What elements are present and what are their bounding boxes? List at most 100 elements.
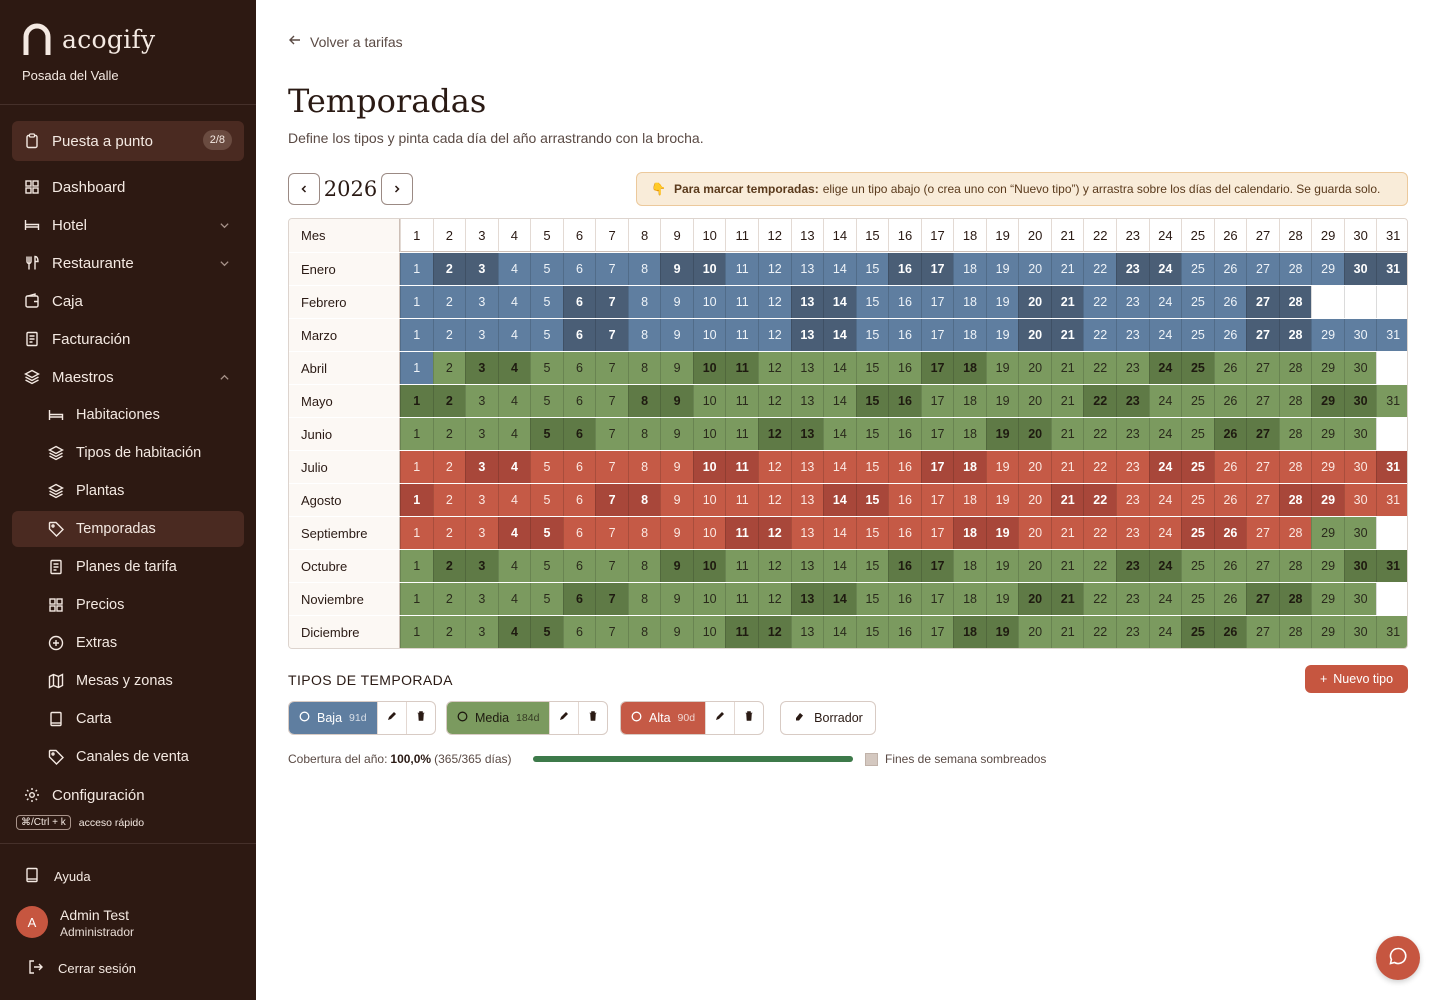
day-cell[interactable]: 1 [400,319,433,351]
day-cell[interactable]: 9 [660,550,693,582]
day-cell[interactable]: 19 [985,484,1019,516]
day-cell[interactable]: 6 [562,616,596,648]
day-cell[interactable]: 10 [692,583,726,615]
day-cell[interactable]: 16 [888,319,921,351]
day-cell[interactable]: 8 [627,550,661,582]
day-cell[interactable]: 1 [400,385,433,417]
day-cell[interactable]: 18 [953,550,986,582]
day-cell[interactable]: 27 [1246,286,1279,318]
day-cell[interactable]: 25 [1181,352,1214,384]
day-cell[interactable]: 1 [400,352,433,384]
day-cell[interactable]: 29 [1311,616,1344,648]
day-cell[interactable]: 24 [1148,286,1182,318]
day-cell[interactable]: 26 [1213,319,1247,351]
day-cell[interactable]: 9 [660,286,693,318]
day-cell[interactable]: 16 [888,550,921,582]
day-cell[interactable]: 10 [692,517,726,549]
day-cell[interactable]: 13 [790,550,824,582]
day-cell[interactable]: 2 [432,517,466,549]
day-cell[interactable]: 9 [660,616,693,648]
day-cell[interactable]: 5 [530,550,563,582]
day-cell[interactable]: 6 [562,319,596,351]
day-cell[interactable]: 18 [953,418,986,450]
back-link[interactable]: Volver a tarifas [288,33,403,50]
day-cell[interactable]: 14 [823,319,856,351]
day-cell[interactable]: 31 [1376,253,1407,285]
day-cell[interactable]: 15 [855,451,889,483]
day-cell[interactable]: 27 [1246,319,1279,351]
day-cell[interactable]: 12 [758,583,791,615]
day-cell[interactable]: 8 [627,286,661,318]
day-cell[interactable]: 4 [497,286,531,318]
day-cell[interactable]: 21 [1050,319,1084,351]
avatar[interactable]: A [16,906,48,938]
day-cell[interactable]: 30 [1343,385,1377,417]
nav-habitaciones[interactable]: Habitaciones [12,397,244,433]
season-select-media[interactable]: Media 184d [447,702,550,734]
day-cell[interactable]: 26 [1213,286,1247,318]
day-cell[interactable]: 22 [1083,451,1117,483]
day-cell[interactable]: 28 [1278,253,1312,285]
day-cell[interactable]: 29 [1311,385,1344,417]
day-cell[interactable]: 22 [1083,484,1117,516]
day-cell[interactable]: 13 [790,451,824,483]
day-cell[interactable]: 28 [1278,319,1312,351]
brand-logo[interactable]: acogify [22,22,155,56]
day-cell[interactable]: 18 [953,352,986,384]
day-cell[interactable]: 20 [1018,418,1051,450]
nav-tipos-habitacion[interactable]: Tipos de habitación [12,435,244,471]
chat-button[interactable] [1376,936,1420,980]
day-cell[interactable]: 30 [1343,484,1377,516]
day-cell[interactable]: 30 [1343,517,1377,549]
day-cell[interactable]: 5 [530,319,563,351]
day-cell[interactable]: 21 [1050,253,1084,285]
day-cell[interactable]: 25 [1181,550,1214,582]
day-cell[interactable]: 19 [985,451,1019,483]
nav-canales-venta[interactable]: Canales de venta [12,739,244,775]
day-cell[interactable]: 9 [660,352,693,384]
edit-season-button[interactable] [549,702,578,734]
day-cell[interactable]: 16 [888,253,921,285]
day-cell[interactable]: 9 [660,253,693,285]
day-cell[interactable]: 19 [985,319,1019,351]
day-cell[interactable]: 29 [1311,418,1344,450]
day-cell[interactable]: 21 [1050,385,1084,417]
day-cell[interactable]: 7 [595,583,628,615]
day-cell[interactable]: 28 [1278,418,1312,450]
day-cell[interactable]: 22 [1083,550,1117,582]
day-cell[interactable]: 12 [758,286,791,318]
day-cell[interactable]: 3 [465,418,498,450]
day-cell[interactable]: 4 [497,319,531,351]
next-year-button[interactable] [381,173,413,205]
day-cell[interactable]: 14 [823,517,856,549]
day-cell[interactable]: 20 [1018,385,1051,417]
day-cell[interactable]: 10 [692,253,726,285]
day-cell[interactable]: 24 [1148,550,1182,582]
day-cell[interactable]: 23 [1116,319,1149,351]
day-cell[interactable]: 17 [920,583,954,615]
day-cell[interactable]: 17 [920,286,954,318]
day-cell[interactable]: 12 [758,253,791,285]
day-cell[interactable]: 4 [497,517,531,549]
day-cell[interactable]: 31 [1376,484,1407,516]
day-cell[interactable]: 19 [985,583,1019,615]
day-cell[interactable]: 8 [627,484,661,516]
day-cell[interactable]: 25 [1181,517,1214,549]
day-cell[interactable]: 21 [1050,484,1084,516]
day-cell[interactable]: 27 [1246,418,1279,450]
day-cell[interactable]: 3 [465,319,498,351]
day-cell[interactable]: 5 [530,451,563,483]
day-cell[interactable]: 28 [1278,286,1312,318]
day-cell[interactable]: 7 [595,517,628,549]
day-cell[interactable]: 27 [1246,616,1279,648]
day-cell[interactable]: 23 [1116,451,1149,483]
day-cell[interactable]: 29 [1311,517,1344,549]
day-cell[interactable]: 16 [888,385,921,417]
day-cell[interactable]: 18 [953,253,986,285]
edit-season-button[interactable] [705,702,734,734]
day-cell[interactable]: 7 [595,253,628,285]
day-cell[interactable]: 10 [692,550,726,582]
day-cell[interactable]: 25 [1181,484,1214,516]
day-cell[interactable]: 13 [790,418,824,450]
day-cell[interactable]: 23 [1116,352,1149,384]
